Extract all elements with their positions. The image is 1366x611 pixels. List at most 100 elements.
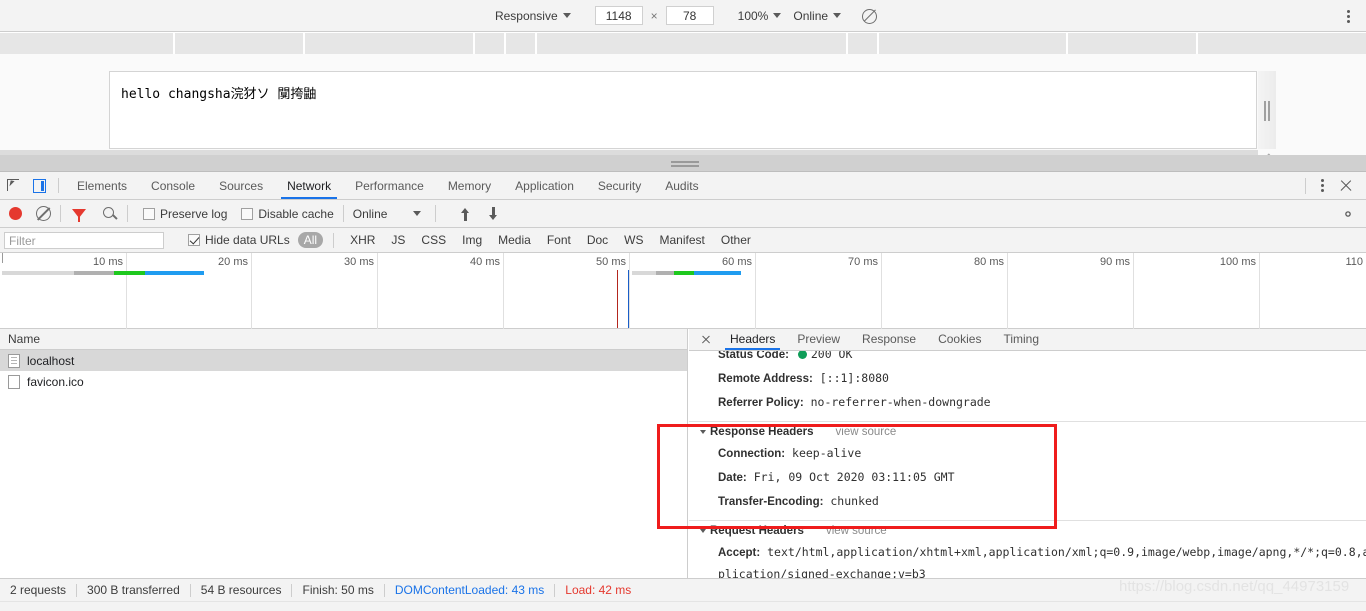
header-row-date: Date: Fri, 09 Oct 2020 03:11:05 GMT: [689, 466, 1366, 490]
tab-console[interactable]: Console: [139, 172, 207, 199]
tab-headers[interactable]: Headers: [719, 329, 786, 350]
response-headers-section-header[interactable]: Response Headers view source: [689, 422, 1366, 442]
network-toolbar: Preserve log Disable cache Online: [0, 200, 1366, 228]
checkbox-box: [241, 207, 254, 220]
type-filter-ws[interactable]: WS: [618, 232, 649, 248]
zoom-select[interactable]: 100%: [732, 7, 788, 25]
device-preset-select[interactable]: Responsive: [489, 7, 577, 25]
close-detail-icon[interactable]: [698, 332, 714, 348]
search-icon[interactable]: [102, 206, 118, 222]
network-overview-timeline[interactable]: 10 ms 20 ms 30 ms 40 ms 50 ms 60 ms 70 ms 80 ms…: [0, 253, 1366, 329]
hide-data-urls-label: Hide data URLs: [205, 233, 290, 247]
viewport-resize-handle-right[interactable]: [1258, 71, 1276, 149]
type-filter-other[interactable]: Other: [715, 232, 757, 248]
tab-application[interactable]: Application: [503, 172, 586, 199]
more-tools-icon[interactable]: [1314, 177, 1330, 194]
type-filter-img[interactable]: Img: [456, 232, 488, 248]
timeline-bar-segment: [2, 271, 74, 275]
toolbar-divider: [342, 205, 344, 222]
network-throttle-select[interactable]: Online: [787, 7, 847, 25]
tab-security[interactable]: Security: [586, 172, 653, 199]
chevron-down-icon: [700, 529, 706, 533]
view-source-link[interactable]: view source: [836, 426, 897, 438]
import-har-icon[interactable]: [457, 206, 473, 222]
status-load: Load: 42 ms: [565, 583, 632, 597]
type-filter-manifest[interactable]: Manifest: [654, 232, 711, 248]
type-filter-xhr[interactable]: XHR: [344, 232, 381, 248]
tab-network[interactable]: Network: [275, 172, 343, 199]
hide-data-urls-checkbox[interactable]: Hide data URLs: [188, 233, 290, 247]
clear-icon[interactable]: [36, 206, 51, 221]
device-height-input[interactable]: 78: [665, 6, 714, 25]
timeline-bar-segment: [145, 271, 204, 275]
more-options-icon[interactable]: [1340, 8, 1356, 24]
toggle-device-toolbar-icon[interactable]: [26, 172, 52, 199]
view-source-link[interactable]: view source: [826, 525, 887, 537]
record-button-icon[interactable]: [9, 207, 22, 220]
network-filter-bar: Filter Hide data URLs All XHR JS CSS Img…: [0, 228, 1366, 253]
timeline-event-line: [617, 270, 618, 328]
section-title: Request Headers: [710, 525, 804, 537]
tab-elements[interactable]: Elements: [65, 172, 139, 199]
no-throttling-icon[interactable]: [861, 8, 878, 24]
type-filter-media[interactable]: Media: [492, 232, 537, 248]
export-har-icon[interactable]: [485, 206, 501, 222]
chevron-down-icon: [773, 13, 782, 18]
tab-performance[interactable]: Performance: [343, 172, 436, 199]
type-filter-font[interactable]: Font: [541, 232, 577, 248]
page-viewport[interactable]: hello changsha浣犲ソ 闃挎鼬: [109, 71, 1257, 149]
header-value: plication/signed-exchange;v=b3: [718, 567, 926, 578]
timeline-tick-label: 100 ms: [1219, 256, 1256, 268]
filter-input[interactable]: Filter: [4, 231, 164, 249]
tab-preview[interactable]: Preview: [786, 329, 851, 350]
tab-timing[interactable]: Timing: [992, 329, 1050, 350]
device-viewport-area: hello changsha浣犲ソ 闃挎鼬: [0, 54, 1366, 166]
throttling-select[interactable]: Online: [353, 207, 422, 221]
disable-cache-label: Disable cache: [258, 206, 334, 221]
header-value: chunked: [830, 494, 879, 508]
request-headers-section-header[interactable]: Request Headers view source: [689, 521, 1366, 541]
device-width-input[interactable]: 1148: [594, 6, 643, 25]
chevron-down-icon: [833, 13, 842, 18]
request-name: favicon.ico: [27, 374, 84, 389]
disable-cache-checkbox[interactable]: Disable cache: [241, 206, 334, 221]
headers-content[interactable]: Status Code: 200 OK Remote Address: [::1…: [689, 351, 1366, 578]
timeline-tick-label: 10 ms: [93, 256, 123, 268]
type-filter-css[interactable]: CSS: [415, 232, 452, 248]
header-name: Date:: [718, 472, 747, 484]
preserve-log-label: Preserve log: [160, 206, 228, 221]
type-filter-js[interactable]: JS: [385, 232, 411, 248]
timeline-tick-label: 40 ms: [470, 256, 500, 268]
zoom-label: 100%: [737, 8, 769, 23]
tab-response[interactable]: Response: [851, 329, 927, 350]
request-name: localhost: [27, 353, 75, 368]
inspect-element-icon[interactable]: [0, 172, 26, 199]
detail-tab-bar: Headers Preview Response Cookies Timing: [689, 329, 1366, 351]
gear-icon[interactable]: [1340, 206, 1356, 222]
close-devtools-icon[interactable]: [1338, 178, 1354, 194]
tab-sources[interactable]: Sources: [207, 172, 275, 199]
tab-memory[interactable]: Memory: [436, 172, 503, 199]
tab-cookies[interactable]: Cookies: [927, 329, 992, 350]
table-row[interactable]: favicon.ico: [0, 371, 687, 392]
devtools-window: Responsive 1148 × 78 100% Online hello c…: [0, 0, 1366, 611]
type-filter-doc[interactable]: Doc: [581, 232, 614, 248]
timeline-bar-segment: [674, 271, 694, 275]
network-main-area: Name localhost favicon.ico Headers Previ…: [0, 329, 1366, 578]
header-name: Transfer-Encoding:: [718, 496, 824, 508]
header-value: [::1]:8080: [819, 371, 889, 385]
status-transferred: 300 B transferred: [87, 583, 180, 597]
devtools-splitter[interactable]: [0, 155, 1366, 172]
table-row[interactable]: localhost: [0, 350, 687, 371]
filter-icon[interactable]: [72, 209, 86, 218]
column-header-name[interactable]: Name: [0, 329, 687, 350]
section-title: Response Headers: [710, 426, 814, 438]
type-filter-all[interactable]: All: [297, 232, 324, 248]
device-mode-toolbar: Responsive 1148 × 78 100% Online: [0, 0, 1366, 32]
preserve-log-checkbox[interactable]: Preserve log: [143, 207, 227, 221]
window-bottom-strip: [0, 601, 1366, 611]
status-requests: 2 requests: [10, 583, 67, 597]
tab-audits[interactable]: Audits: [653, 172, 710, 199]
timeline-tick-label: 70 ms: [848, 256, 878, 268]
chevron-down-icon: [562, 13, 571, 18]
